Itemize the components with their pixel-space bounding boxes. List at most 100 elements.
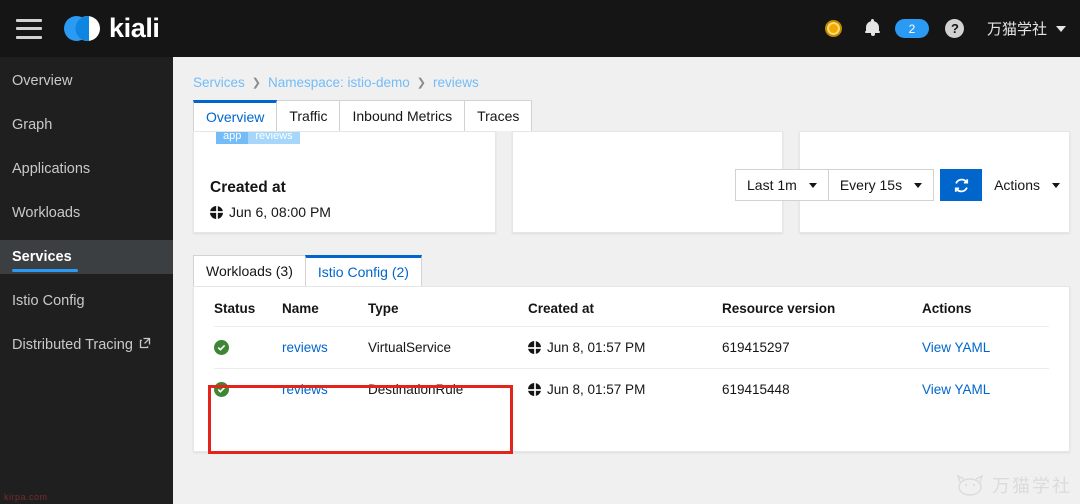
config-name-link[interactable]: reviews (282, 382, 328, 397)
actions-label: Actions (994, 177, 1040, 193)
tab-label: Istio Config (2) (317, 264, 409, 280)
cell-name: reviews (282, 369, 368, 411)
sidebar-item-services[interactable]: Services (0, 240, 173, 274)
hamburger-icon[interactable] (16, 18, 42, 39)
label-chip-value: reviews (248, 132, 300, 144)
sidebar-item-label: Istio Config (12, 293, 85, 309)
globe-icon (528, 341, 541, 354)
corner-watermark-text: kirpa.com (4, 492, 48, 502)
sidebar-item-workloads[interactable]: Workloads (0, 196, 173, 230)
sidebar-item-overview[interactable]: Overview (0, 64, 173, 98)
status-dot-icon[interactable] (821, 16, 847, 42)
view-yaml-link[interactable]: View YAML (922, 340, 990, 355)
col-header-type: Type (368, 287, 528, 327)
tab-label: Overview (206, 109, 265, 125)
external-link-icon (139, 337, 151, 353)
kiali-logo-icon (64, 15, 100, 42)
sidebar-item-label: Workloads (12, 205, 81, 221)
primary-tabs: Overview Traffic Inbound Metrics Traces (183, 100, 1070, 131)
kiali-app-window: kiali 2 ? 万猫学社 Overview Graph Applicatio… (0, 0, 1080, 504)
cell-created-at: Jun 8, 01:57 PM (528, 326, 722, 369)
actions-dropdown[interactable]: Actions (982, 169, 1068, 201)
check-circle-icon (214, 340, 229, 355)
globe-icon (210, 205, 223, 219)
tab-label: Inbound Metrics (352, 108, 453, 124)
label-chip-key: app (216, 132, 249, 144)
brand-logo[interactable]: kiali (64, 13, 160, 44)
cell-resource-version: 619415297 (722, 326, 922, 369)
user-name: 万猫学社 (986, 21, 1047, 38)
refresh-button[interactable] (940, 169, 983, 201)
brand-name: kiali (109, 13, 160, 43)
bell-icon[interactable] (860, 16, 886, 42)
time-range-dropdown[interactable]: Last 1m (735, 169, 829, 201)
istio-config-table: Status Name Type Created at Resource ver… (214, 287, 1049, 410)
tab-traces[interactable]: Traces (464, 100, 533, 131)
istio-config-panel: Status Name Type Created at Resource ver… (193, 286, 1070, 452)
refresh-icon (954, 178, 968, 192)
breadcrumb-namespace[interactable]: Namespace: istio-demo (268, 75, 410, 90)
notification-badge[interactable]: 2 (894, 19, 929, 38)
cell-status (214, 369, 282, 411)
sidebar-item-istio-config[interactable]: Istio Config (0, 284, 173, 318)
label-chip: app reviews (216, 132, 300, 144)
globe-icon (528, 383, 541, 396)
main-content: Services ❯ Namespace: istio-demo ❯ revie… (173, 57, 1080, 504)
cell-type: DestinationRule (368, 382, 464, 397)
sidebar-item-label: Graph (12, 117, 53, 133)
view-yaml-link[interactable]: View YAML (922, 382, 990, 397)
sidebar-item-label: Distributed Tracing (12, 337, 133, 353)
user-menu[interactable]: 万猫学社 (987, 18, 1066, 39)
col-header-status: Status (214, 287, 282, 327)
chevron-right-icon: ❯ (251, 77, 261, 89)
breadcrumb-services[interactable]: Services (193, 75, 245, 90)
chevron-down-icon (1056, 25, 1066, 32)
col-header-created-at: Created at (528, 287, 722, 327)
created-at-value: Jun 6, 08:00 PM (229, 204, 331, 220)
tab-overview[interactable]: Overview (193, 100, 278, 131)
tab-workloads[interactable]: Workloads (3) (193, 255, 306, 286)
cell-resource-version: 619415448 (722, 382, 790, 397)
masthead: kiali 2 ? 万猫学社 (0, 0, 1080, 57)
cell-created-at: Jun 8, 01:57 PM (528, 369, 722, 411)
sidebar-item-label: Overview (12, 73, 73, 89)
col-header-resource-version: Resource version (722, 287, 922, 327)
cell-actions: View YAML (922, 326, 1049, 369)
sidebar-item-distributed-tracing[interactable]: Distributed Tracing (0, 328, 173, 362)
help-icon[interactable]: ? (942, 16, 968, 42)
table-row: reviews VirtualService Jun 8, 01:57 PM 6… (214, 326, 1049, 369)
tab-label: Traffic (289, 108, 328, 124)
breadcrumb: Services ❯ Namespace: istio-demo ❯ revie… (183, 57, 1070, 100)
detail-tabs: Workloads (3) Istio Config (2) (183, 255, 1070, 286)
service-info-card: app reviews Created at Jun 6, 08:00 PM (193, 131, 496, 233)
chevron-down-icon (808, 182, 817, 188)
masthead-actions: 2 ? 万猫学社 (821, 16, 1066, 42)
col-header-actions: Actions (922, 287, 1049, 327)
chevron-right-icon: ❯ (416, 77, 427, 89)
refresh-interval-dropdown[interactable]: Every 15s (828, 169, 935, 201)
cell-name: reviews (282, 326, 368, 369)
tab-traffic[interactable]: Traffic (276, 100, 341, 131)
tab-istio-config[interactable]: Istio Config (2) (304, 255, 422, 286)
tab-inbound-metrics[interactable]: Inbound Metrics (339, 100, 466, 131)
chevron-down-icon (1052, 182, 1060, 188)
time-range-label: Last 1m (747, 177, 797, 193)
cell-type: VirtualService (368, 326, 528, 369)
tab-label: Traces (477, 108, 520, 124)
created-at-text: Jun 8, 01:57 PM (547, 382, 646, 397)
sidebar-item-label: Applications (12, 161, 91, 177)
app-body: Overview Graph Applications Workloads Se… (0, 57, 1080, 504)
created-at-heading: Created at (210, 179, 286, 196)
page-toolbar: Last 1m Every 15s Actions (735, 169, 1068, 201)
col-header-name: Name (282, 287, 368, 327)
breadcrumb-current: reviews (433, 75, 479, 90)
created-at-text: Jun 8, 01:57 PM (547, 340, 646, 355)
sidebar-item-label: Services (12, 249, 72, 265)
created-at-value-row: Jun 6, 08:00 PM (210, 204, 479, 220)
check-circle-icon (214, 382, 229, 397)
sidebar-item-applications[interactable]: Applications (0, 152, 173, 186)
chevron-down-icon (914, 182, 923, 188)
config-name-link[interactable]: reviews (282, 340, 328, 355)
refresh-interval-label: Every 15s (839, 177, 903, 193)
sidebar-item-graph[interactable]: Graph (0, 108, 173, 142)
